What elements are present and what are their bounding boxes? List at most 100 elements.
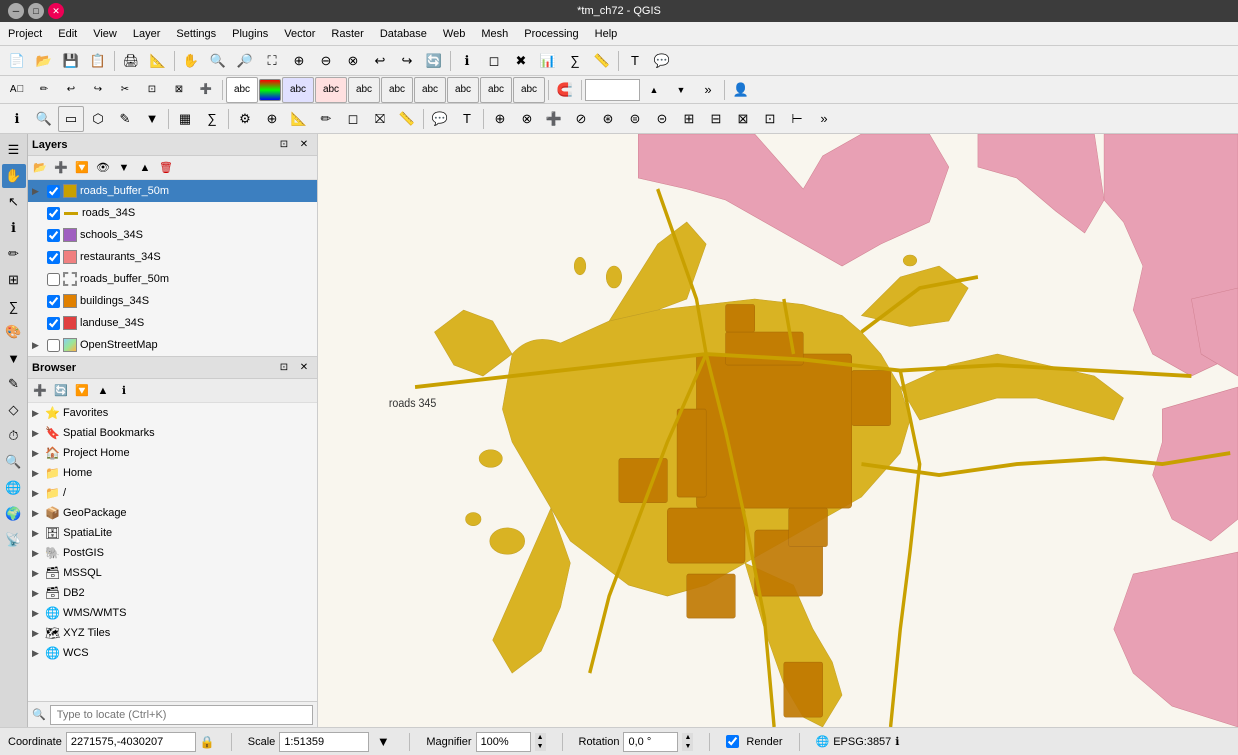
annotate1[interactable]: 💬	[427, 106, 453, 132]
side-epsg-icon[interactable]: 📡	[2, 528, 26, 552]
add-feature[interactable]: ⊕	[259, 106, 285, 132]
scale-dropdown[interactable]: ▼	[373, 732, 393, 752]
snap2[interactable]: ⊗	[514, 106, 540, 132]
abc-label[interactable]: abc	[226, 77, 258, 103]
rotation-input[interactable]	[623, 732, 678, 752]
snap6[interactable]: ⊜	[622, 106, 648, 132]
scale-input[interactable]	[279, 732, 369, 752]
snap1[interactable]: ⊕	[487, 106, 513, 132]
layer-roads-34s[interactable]: roads_34S	[28, 202, 317, 224]
zoom-native-button[interactable]: ⊗	[340, 48, 366, 74]
layer-visibility-checkbox[interactable]	[47, 339, 60, 352]
browser-float-button[interactable]: ⊡	[275, 359, 293, 377]
remove-layer-btn[interactable]: 🗑	[156, 158, 176, 178]
rotation-down-btn[interactable]: ▼	[682, 742, 693, 751]
layer-visibility-checkbox[interactable]	[47, 207, 60, 220]
side-grid-icon[interactable]: ⊞	[2, 268, 26, 292]
snap5[interactable]: ⊛	[595, 106, 621, 132]
snap9[interactable]: ⊟	[703, 106, 729, 132]
pan-button[interactable]: ✋	[178, 48, 204, 74]
collapse-all-btn[interactable]: ▲	[135, 158, 155, 178]
text-button[interactable]: T	[622, 48, 648, 74]
digitize4[interactable]: ⛝	[367, 106, 393, 132]
attribute-table-button[interactable]: 📊	[535, 48, 561, 74]
select-poly[interactable]: ⬡	[85, 106, 111, 132]
attr-table-btn[interactable]: ▦	[172, 106, 198, 132]
side-arrow-down[interactable]: ▼	[2, 346, 26, 370]
layer-schools-34s[interactable]: schools_34S	[28, 224, 317, 246]
render-checkbox[interactable]	[726, 735, 739, 748]
label-tool4[interactable]: ↪	[85, 77, 111, 103]
identify-button[interactable]: ℹ	[454, 48, 480, 74]
compose-button[interactable]: 📐	[145, 48, 171, 74]
tree-postgis[interactable]: ▶ 🐘 PostGIS	[28, 543, 317, 563]
zoom-layer-button[interactable]: ⊖	[313, 48, 339, 74]
label-tool2[interactable]: ✏	[31, 77, 57, 103]
tree-wms[interactable]: ▶ 🌐 WMS/WMTS	[28, 603, 317, 623]
save-project-button[interactable]: 💾	[58, 48, 84, 74]
tree-root[interactable]: ▶ 📁 /	[28, 483, 317, 503]
side-globe-icon[interactable]: 🌍	[2, 502, 26, 526]
abc9-label[interactable]: abc	[513, 77, 545, 103]
more-tools[interactable]: »	[695, 77, 721, 103]
measure-line[interactable]: 📏	[394, 106, 420, 132]
map-area[interactable]: roads 345	[318, 134, 1238, 727]
select-freehand[interactable]: ✎	[112, 106, 138, 132]
label-tool3[interactable]: ↩	[58, 77, 84, 103]
menu-database[interactable]: Database	[372, 22, 435, 46]
refresh-button[interactable]: 🔄	[421, 48, 447, 74]
close-button[interactable]: ✕	[48, 3, 64, 19]
toolbar-extra[interactable]: 🧲	[552, 77, 578, 103]
zoom-last-button[interactable]: ↩	[367, 48, 393, 74]
minimize-button[interactable]: ─	[8, 3, 24, 19]
browser-refresh-btn[interactable]: 🔄	[51, 381, 71, 401]
menu-view[interactable]: View	[85, 22, 125, 46]
zoom-in-button[interactable]: 🔍	[205, 48, 231, 74]
side-layers-icon[interactable]: ☰	[2, 138, 26, 162]
zoom-selection-button[interactable]: ⊕	[286, 48, 312, 74]
save-as-button[interactable]: 📋	[85, 48, 111, 74]
abc7-label[interactable]: abc	[447, 77, 479, 103]
digitize1[interactable]: 📐	[286, 106, 312, 132]
stat-btn[interactable]: ∑	[199, 106, 225, 132]
layer-visibility-btn[interactable]: 👁	[93, 158, 113, 178]
menu-web[interactable]: Web	[435, 22, 473, 46]
layer-roads-buffer-50m-2[interactable]: roads_buffer_50m	[28, 268, 317, 290]
layer-buildings-34s[interactable]: buildings_34S	[28, 290, 317, 312]
layer-roads-buffer-50m[interactable]: ▶ roads_buffer_50m	[28, 180, 317, 202]
zoom-spin-up[interactable]: ▲	[641, 77, 667, 103]
move-label[interactable]: T	[454, 106, 480, 132]
layer-openstreetmap[interactable]: ▶ OpenStreetMap	[28, 334, 317, 356]
menu-processing[interactable]: Processing	[516, 22, 586, 46]
menu-mesh[interactable]: Mesh	[473, 22, 516, 46]
tree-home[interactable]: ▶ 📁 Home	[28, 463, 317, 483]
avatar-button[interactable]: 👤	[728, 77, 754, 103]
tree-spatial-bookmarks[interactable]: ▶ 🔖 Spatial Bookmarks	[28, 423, 317, 443]
layer-visibility-checkbox[interactable]	[47, 317, 60, 330]
label-tool7[interactable]: ⊠	[166, 77, 192, 103]
side-node-icon[interactable]: ◇	[2, 398, 26, 422]
abc5-label[interactable]: abc	[381, 77, 413, 103]
add-layer-btn[interactable]: ➕	[51, 158, 71, 178]
measure-button[interactable]: 📏	[589, 48, 615, 74]
digitize3[interactable]: ◻	[340, 106, 366, 132]
select-more[interactable]: ▼	[139, 106, 165, 132]
coordinate-input[interactable]	[66, 732, 196, 752]
magnifier-down-btn[interactable]: ▼	[535, 742, 546, 751]
open-layer-btn[interactable]: 📂	[30, 158, 50, 178]
browser-close-button[interactable]: ✕	[295, 359, 313, 377]
browser-filter-btn[interactable]: 🔽	[72, 381, 92, 401]
snap8[interactable]: ⊞	[676, 106, 702, 132]
magnifier-up-btn[interactable]: ▲	[535, 733, 546, 742]
snap4[interactable]: ⊘	[568, 106, 594, 132]
abc3-label[interactable]: abc	[315, 77, 347, 103]
deselect-button[interactable]: ✖	[508, 48, 534, 74]
abc8-label[interactable]: abc	[480, 77, 512, 103]
snap12[interactable]: ⊢	[784, 106, 810, 132]
snap3[interactable]: ➕	[541, 106, 567, 132]
abc6-label[interactable]: abc	[414, 77, 446, 103]
label-tool1[interactable]: A⃝	[4, 77, 30, 103]
rotation-up-btn[interactable]: ▲	[682, 733, 693, 742]
layer-visibility-checkbox[interactable]	[47, 295, 60, 308]
menu-edit[interactable]: Edit	[50, 22, 85, 46]
